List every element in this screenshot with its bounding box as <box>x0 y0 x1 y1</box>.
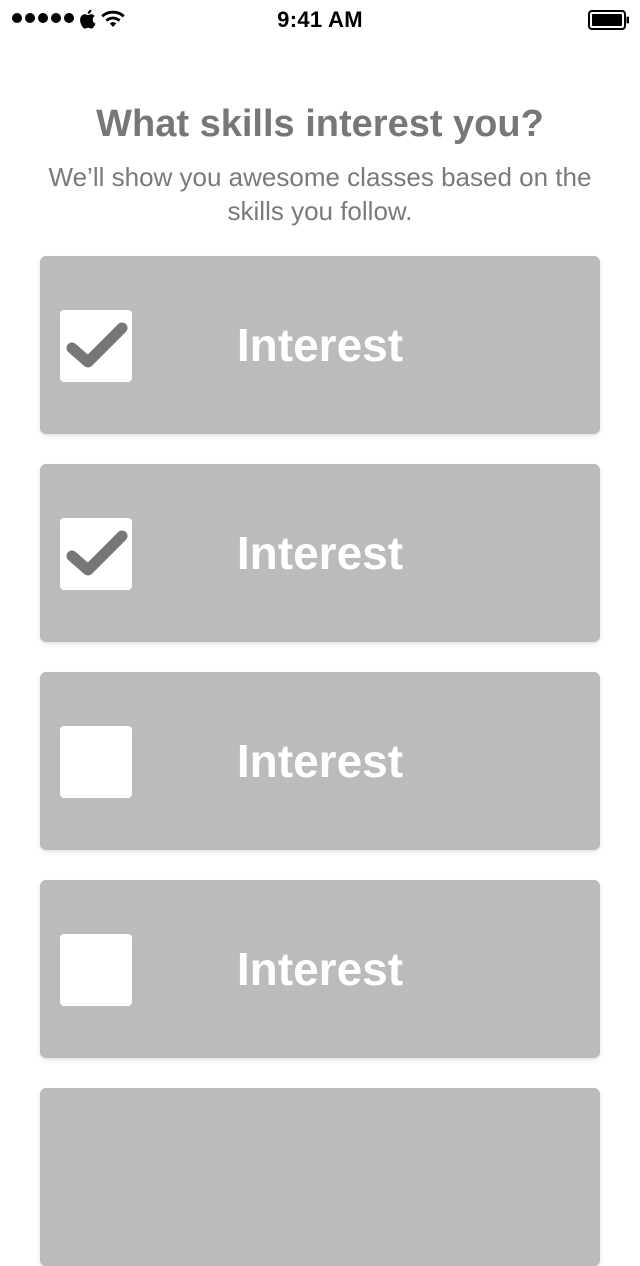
interest-card[interactable]: Interest <box>40 464 600 642</box>
interest-card[interactable]: Interest <box>40 672 600 850</box>
interest-card[interactable]: Interest <box>40 880 600 1058</box>
interest-label: Interest <box>236 735 404 787</box>
interest-label <box>150 1088 490 1266</box>
page-title: What skills interest you? <box>96 103 544 145</box>
interest-label: Interest <box>236 943 404 995</box>
status-time: 9:41 AM <box>277 7 363 32</box>
interest-label: Interest <box>236 319 404 371</box>
checkmark-icon <box>66 322 128 368</box>
interest-checkbox[interactable] <box>60 518 132 590</box>
battery-icon <box>588 10 629 30</box>
checkmark-icon <box>66 530 128 576</box>
interest-card[interactable]: Interest <box>40 256 600 434</box>
status-bar: 9:41 AM <box>0 0 640 40</box>
interest-label: Interest <box>236 527 404 579</box>
interest-checkbox[interactable] <box>60 726 132 798</box>
interest-checkbox[interactable] <box>60 310 132 382</box>
interest-checkbox[interactable] <box>60 934 132 1006</box>
interest-card[interactable] <box>40 1088 600 1266</box>
page-subtitle: We’ll show you awesome classes based on … <box>48 162 592 226</box>
